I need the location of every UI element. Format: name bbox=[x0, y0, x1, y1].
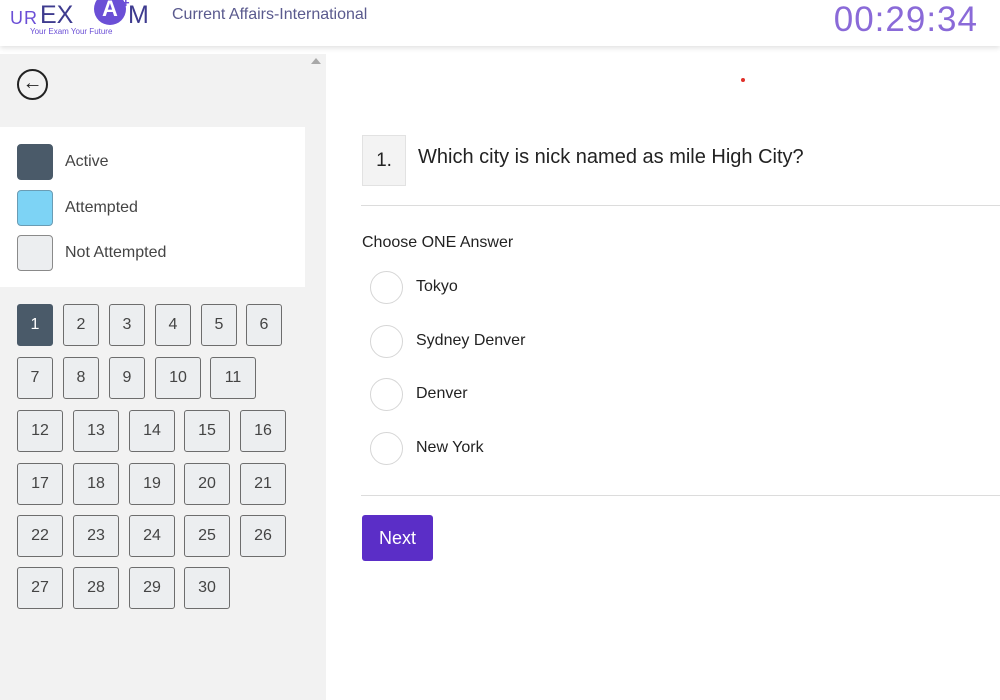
sidebar-scrollbar[interactable] bbox=[307, 54, 326, 700]
question-number-button[interactable]: 26 bbox=[240, 515, 286, 557]
question-number-button[interactable]: 19 bbox=[129, 463, 175, 505]
scroll-up-arrow-icon[interactable] bbox=[311, 58, 321, 64]
status-legend: Active Attempted Not Attempted bbox=[0, 127, 305, 287]
question-number-button[interactable]: 23 bbox=[73, 515, 119, 557]
question-number-button[interactable]: 28 bbox=[73, 567, 119, 609]
question-number-button[interactable]: 30 bbox=[184, 567, 230, 609]
answer-option-label[interactable]: New York bbox=[416, 439, 484, 457]
next-button[interactable]: Next bbox=[362, 515, 433, 561]
legend-not-attempted-label: Not Attempted bbox=[65, 244, 167, 261]
radio-button[interactable] bbox=[370, 378, 403, 411]
question-number-button[interactable]: 4 bbox=[155, 304, 191, 346]
answer-option[interactable]: Denver bbox=[370, 378, 770, 412]
divider bbox=[361, 495, 1000, 496]
question-number-button[interactable]: 9 bbox=[109, 357, 145, 399]
question-number-button[interactable]: 6 bbox=[246, 304, 282, 346]
question-number-button[interactable]: 10 bbox=[155, 357, 201, 399]
question-number-button[interactable]: 22 bbox=[17, 515, 63, 557]
answer-option-label[interactable]: Denver bbox=[416, 385, 468, 403]
question-number-button[interactable]: 21 bbox=[240, 463, 286, 505]
question-number-button[interactable]: 5 bbox=[201, 304, 237, 346]
logo-tagline: Your Exam Your Future bbox=[30, 27, 113, 36]
question-number-button[interactable]: 24 bbox=[129, 515, 175, 557]
question-number-button[interactable]: 25 bbox=[184, 515, 230, 557]
radio-button[interactable] bbox=[370, 432, 403, 465]
question-number-button[interactable]: 29 bbox=[129, 567, 175, 609]
logo-ur: UR bbox=[10, 8, 38, 28]
question-number-button[interactable]: 13 bbox=[73, 410, 119, 452]
legend-not-attempted: Not Attempted bbox=[17, 235, 287, 271]
question-text: Which city is nick named as mile High Ci… bbox=[418, 146, 804, 168]
divider bbox=[361, 205, 1000, 206]
answer-option[interactable]: Sydney Denver bbox=[370, 325, 770, 359]
legend-active-label: Active bbox=[65, 153, 109, 170]
legend-attempted-label: Attempted bbox=[65, 199, 138, 216]
question-number-button[interactable]: 27 bbox=[17, 567, 63, 609]
legend-active-swatch bbox=[17, 144, 53, 180]
question-number-button[interactable]: 20 bbox=[184, 463, 230, 505]
radio-button[interactable] bbox=[370, 325, 403, 358]
answer-option-label[interactable]: Sydney Denver bbox=[416, 332, 525, 350]
legend-attempted: Attempted bbox=[17, 190, 287, 226]
question-number-button[interactable]: 11 bbox=[210, 357, 256, 399]
answer-instruction: Choose ONE Answer bbox=[362, 234, 514, 251]
countdown-timer: 00:29:34 bbox=[833, 0, 978, 39]
back-arrow-icon[interactable]: ← bbox=[17, 69, 48, 100]
top-header: UR EX A + M Your Exam Your Future Curren… bbox=[0, 0, 1000, 46]
logo-ex: EX bbox=[40, 1, 74, 29]
legend-active: Active bbox=[17, 144, 287, 180]
question-number-box: 1. bbox=[362, 135, 406, 186]
radio-button[interactable] bbox=[370, 271, 403, 304]
question-number-button[interactable]: 16 bbox=[240, 410, 286, 452]
legend-attempted-swatch bbox=[17, 190, 53, 226]
legend-not-attempted-swatch bbox=[17, 235, 53, 271]
question-number-button[interactable]: 14 bbox=[129, 410, 175, 452]
question-number-button[interactable]: 12 bbox=[17, 410, 63, 452]
answer-option-label[interactable]: Tokyo bbox=[416, 278, 458, 296]
question-number-button[interactable]: 17 bbox=[17, 463, 63, 505]
question-number-button[interactable]: 8 bbox=[63, 357, 99, 399]
question-number-button[interactable]: 7 bbox=[17, 357, 53, 399]
urexam-logo[interactable]: UR EX A + M Your Exam Your Future bbox=[10, 0, 150, 40]
question-number-button[interactable]: 2 bbox=[63, 304, 99, 346]
question-number-button[interactable]: 3 bbox=[109, 304, 145, 346]
answer-option[interactable]: New York bbox=[370, 432, 770, 466]
question-number-button[interactable]: 18 bbox=[73, 463, 119, 505]
answer-option[interactable]: Tokyo bbox=[370, 271, 770, 305]
question-navigator-sidebar: ← Active Attempted Not Attempted 1 2 3 4… bbox=[0, 54, 326, 700]
question-number-button[interactable]: 1 bbox=[17, 304, 53, 346]
indicator-dot bbox=[741, 78, 745, 82]
logo-m: M bbox=[128, 1, 149, 29]
question-number-button[interactable]: 15 bbox=[184, 410, 230, 452]
exam-title: Current Affairs-International bbox=[172, 6, 368, 23]
